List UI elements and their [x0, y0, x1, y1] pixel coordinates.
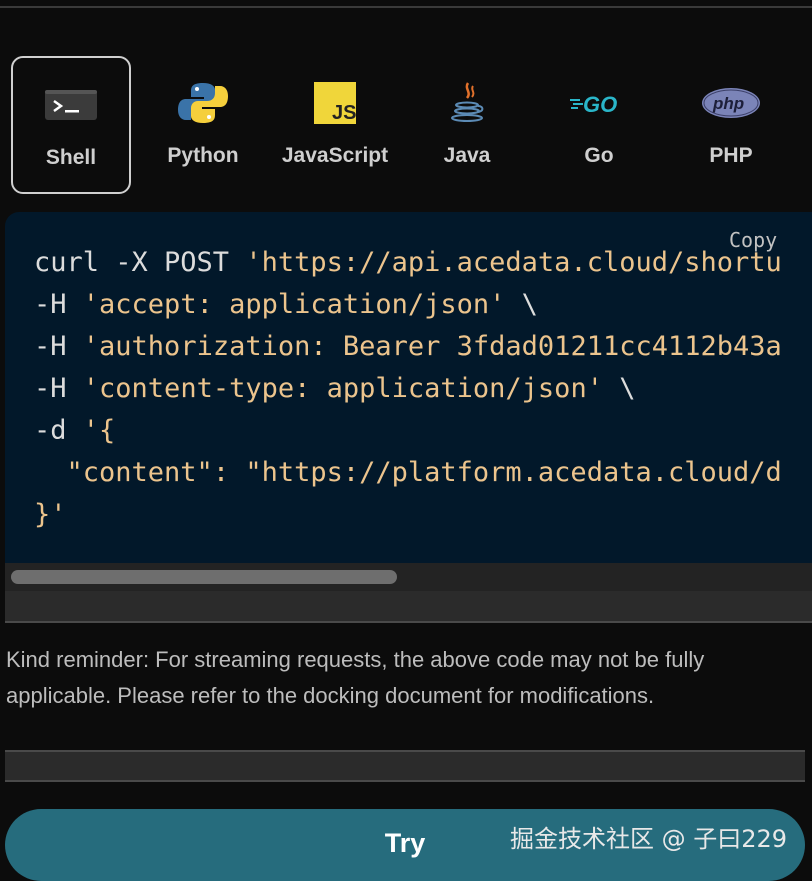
tab-go[interactable]: GO Go	[539, 56, 659, 194]
code-block: curl -X POST 'https://api.acedata.cloud/…	[5, 212, 812, 566]
watermark-text: 掘金技术社区 @ 子曰229	[510, 825, 788, 853]
code-line: -H 'content-type: application/json' \	[34, 373, 636, 404]
tab-python[interactable]: Python	[143, 56, 263, 194]
java-logo-icon	[451, 82, 484, 122]
javascript-logo-icon: JS	[314, 82, 356, 124]
go-logo-icon: GO	[570, 92, 617, 117]
tab-python-label: Python	[167, 144, 239, 167]
tab-shell-label: Shell	[45, 146, 97, 169]
tab-shell[interactable]: Shell	[11, 56, 131, 194]
code-horizontal-scrollbar[interactable]	[5, 563, 812, 591]
divider-band	[5, 591, 812, 623]
language-tabs: Shell Python JS JavaScript Java GO Go ph…	[11, 56, 811, 196]
svg-text:php: php	[712, 94, 744, 113]
divider-band-lower	[5, 750, 805, 782]
tab-java-label: Java	[443, 144, 491, 167]
code-line: curl -X POST 'https://api.acedata.cloud/…	[34, 247, 782, 278]
tab-javascript-label: JavaScript	[281, 144, 389, 167]
code-line: -H 'authorization: Bearer 3fdad01211cc41…	[34, 331, 782, 362]
copy-button[interactable]: Copy	[729, 228, 777, 252]
scrollbar-thumb[interactable]	[11, 570, 397, 584]
tab-java[interactable]: Java	[407, 56, 527, 194]
svg-text:GO: GO	[583, 92, 617, 117]
code-text: curl -X POST 'https://api.acedata.cloud/…	[34, 242, 782, 536]
tab-go-label: Go	[584, 144, 614, 167]
code-line: "content": "https://platform.acedata.clo…	[66, 457, 782, 488]
tab-javascript[interactable]: JS JavaScript	[275, 56, 395, 194]
streaming-reminder-text: Kind reminder: For streaming requests, t…	[6, 647, 705, 708]
code-line: -H 'accept: application/json' \	[34, 289, 538, 320]
code-line: }'	[34, 499, 67, 530]
tab-php-label: PHP	[709, 144, 753, 167]
terminal-icon	[45, 90, 97, 120]
top-divider	[0, 6, 812, 8]
tab-php[interactable]: php PHP	[671, 56, 791, 194]
code-line: -d '{	[34, 415, 116, 446]
php-logo-icon: php	[702, 88, 760, 118]
python-logo-icon	[178, 83, 228, 123]
svg-text:JS: JS	[332, 102, 356, 124]
